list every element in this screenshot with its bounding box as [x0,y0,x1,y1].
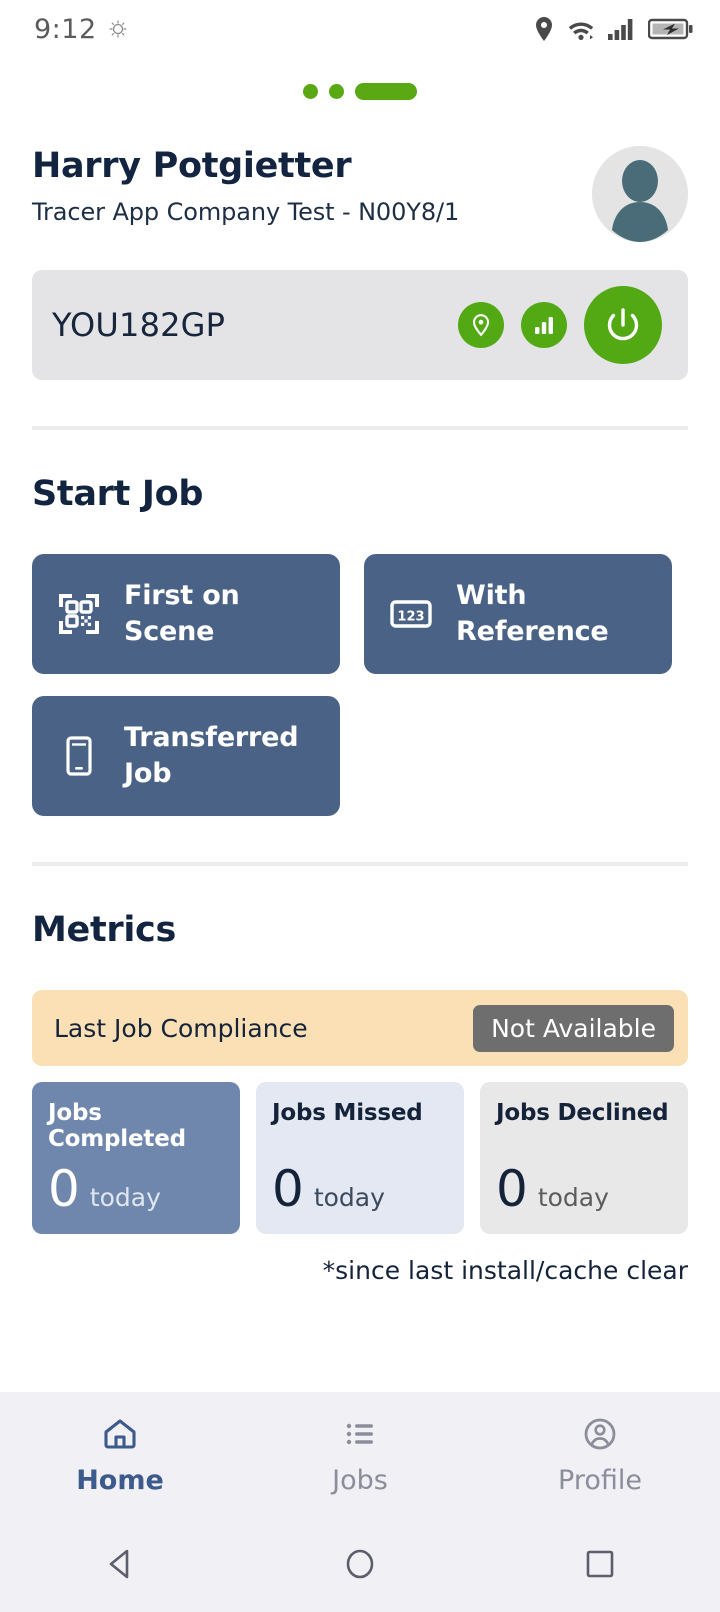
metric-value: 0 [272,1160,304,1218]
metric-unit: today [89,1183,161,1212]
metric-unit: today [313,1183,385,1212]
metrics-footnote: *since last install/cache clear [322,1255,688,1285]
nav-item-jobs[interactable]: Jobs [240,1413,480,1496]
power-icon [607,308,639,341]
profile-text-block: Harry Potgietter Tracer App Company Test… [32,146,459,226]
metric-value-row: 0 today [48,1160,224,1218]
metric-value-row: 0 today [496,1160,672,1218]
page-indicator[interactable] [0,58,720,124]
metric-label: Jobs Missed [272,1100,423,1126]
user-avatar-icon [592,146,688,242]
nav-label: Jobs [332,1464,388,1496]
metrics-title: Metrics [32,910,177,950]
compliance-banner: Last Job Compliance Not Available [32,990,688,1066]
cellular-signal-icon [608,19,633,40]
vehicle-actions [458,286,662,364]
nav-item-home[interactable]: Home [0,1413,240,1496]
company-name: Tracer App Company Test - N00Y8/1 [32,198,460,227]
battery-charging-icon [648,18,693,40]
app-screen: 9:12 Harry Potgietter Tracer App Company… [0,0,720,1612]
system-navigation-bar [0,1516,720,1612]
vehicle-location-button[interactable] [458,302,504,348]
home-circle-icon [346,1549,374,1579]
start-job-buttons: First on Scene 123 With Reference Transf… [32,554,688,816]
vehicle-bar: YOU182GP [32,270,688,380]
location-pin-icon [536,17,552,41]
system-home-button[interactable] [240,1544,480,1584]
with-reference-button[interactable]: 123 With Reference [364,554,672,674]
status-badge: Not Available [473,1004,674,1052]
metric-card-jobs-missed[interactable]: Jobs Missed 0 today [256,1082,464,1234]
status-bar-left: 9:12 [34,14,127,45]
account-circle-icon [584,1418,616,1449]
start-job-button-label: Transferred Job [124,721,299,789]
metric-label: Jobs Completed [48,1100,186,1152]
brightness-sun-icon [109,20,127,38]
system-back-button[interactable] [0,1544,240,1584]
back-triangle-icon [109,1549,129,1579]
location-pin-icon [472,314,490,337]
qr-code-scan-icon [56,591,102,637]
start-job-button-label: First on Scene [124,579,240,647]
page-dot-1[interactable] [303,83,318,99]
numeric-123-icon: 123 [388,591,434,637]
start-job-button-label: With Reference [456,579,609,647]
page-dot-2[interactable] [329,83,344,99]
metric-value-row: 0 today [272,1160,448,1218]
mobile-phone-icon [56,733,102,779]
status-time: 9:12 [34,13,97,45]
status-bar: 9:12 [0,0,720,58]
recents-square-icon [586,1550,614,1578]
first-on-scene-button[interactable]: First on Scene [32,554,340,674]
metric-cards: Jobs Completed 0 today Jobs Missed 0 tod… [32,1082,688,1234]
avatar[interactable] [592,146,688,242]
metric-card-jobs-completed[interactable]: Jobs Completed 0 today [32,1082,240,1234]
metric-unit: today [537,1183,609,1212]
bottom-navigation: Home Jobs Profile [0,1392,720,1516]
nav-label: Profile [558,1464,642,1496]
compliance-label: Last Job Compliance [54,1013,308,1043]
nav-item-profile[interactable]: Profile [480,1413,720,1496]
metric-value: 0 [496,1160,528,1218]
nav-label: Home [76,1464,164,1496]
profile-section: Harry Potgietter Tracer App Company Test… [0,124,720,430]
system-recents-button[interactable] [480,1544,720,1584]
vehicle-registration: YOU182GP [52,306,226,344]
transferred-job-button[interactable]: Transferred Job [32,696,340,816]
profile-header-row: Harry Potgietter Tracer App Company Test… [32,146,688,242]
metric-card-jobs-declined[interactable]: Jobs Declined 0 today [480,1082,688,1234]
metric-label: Jobs Declined [496,1100,669,1126]
status-bar-right [533,16,694,42]
svg-text:123: 123 [397,610,424,625]
metrics-section: Metrics Last Job Compliance Not Availabl… [0,866,720,1285]
metric-value: 0 [48,1160,80,1218]
list-icon [346,1423,373,1444]
vehicle-signal-button[interactable] [521,302,567,348]
start-job-title: Start Job [32,474,204,514]
wifi-icon [568,22,594,40]
home-icon [104,1418,136,1449]
signal-bars-icon [535,317,553,334]
vehicle-power-button[interactable] [584,286,662,364]
user-name: Harry Potgietter [32,146,352,186]
page-dot-3-active[interactable] [355,82,417,100]
start-job-section: Start Job First on Scene 123 With Refere… [0,430,720,866]
